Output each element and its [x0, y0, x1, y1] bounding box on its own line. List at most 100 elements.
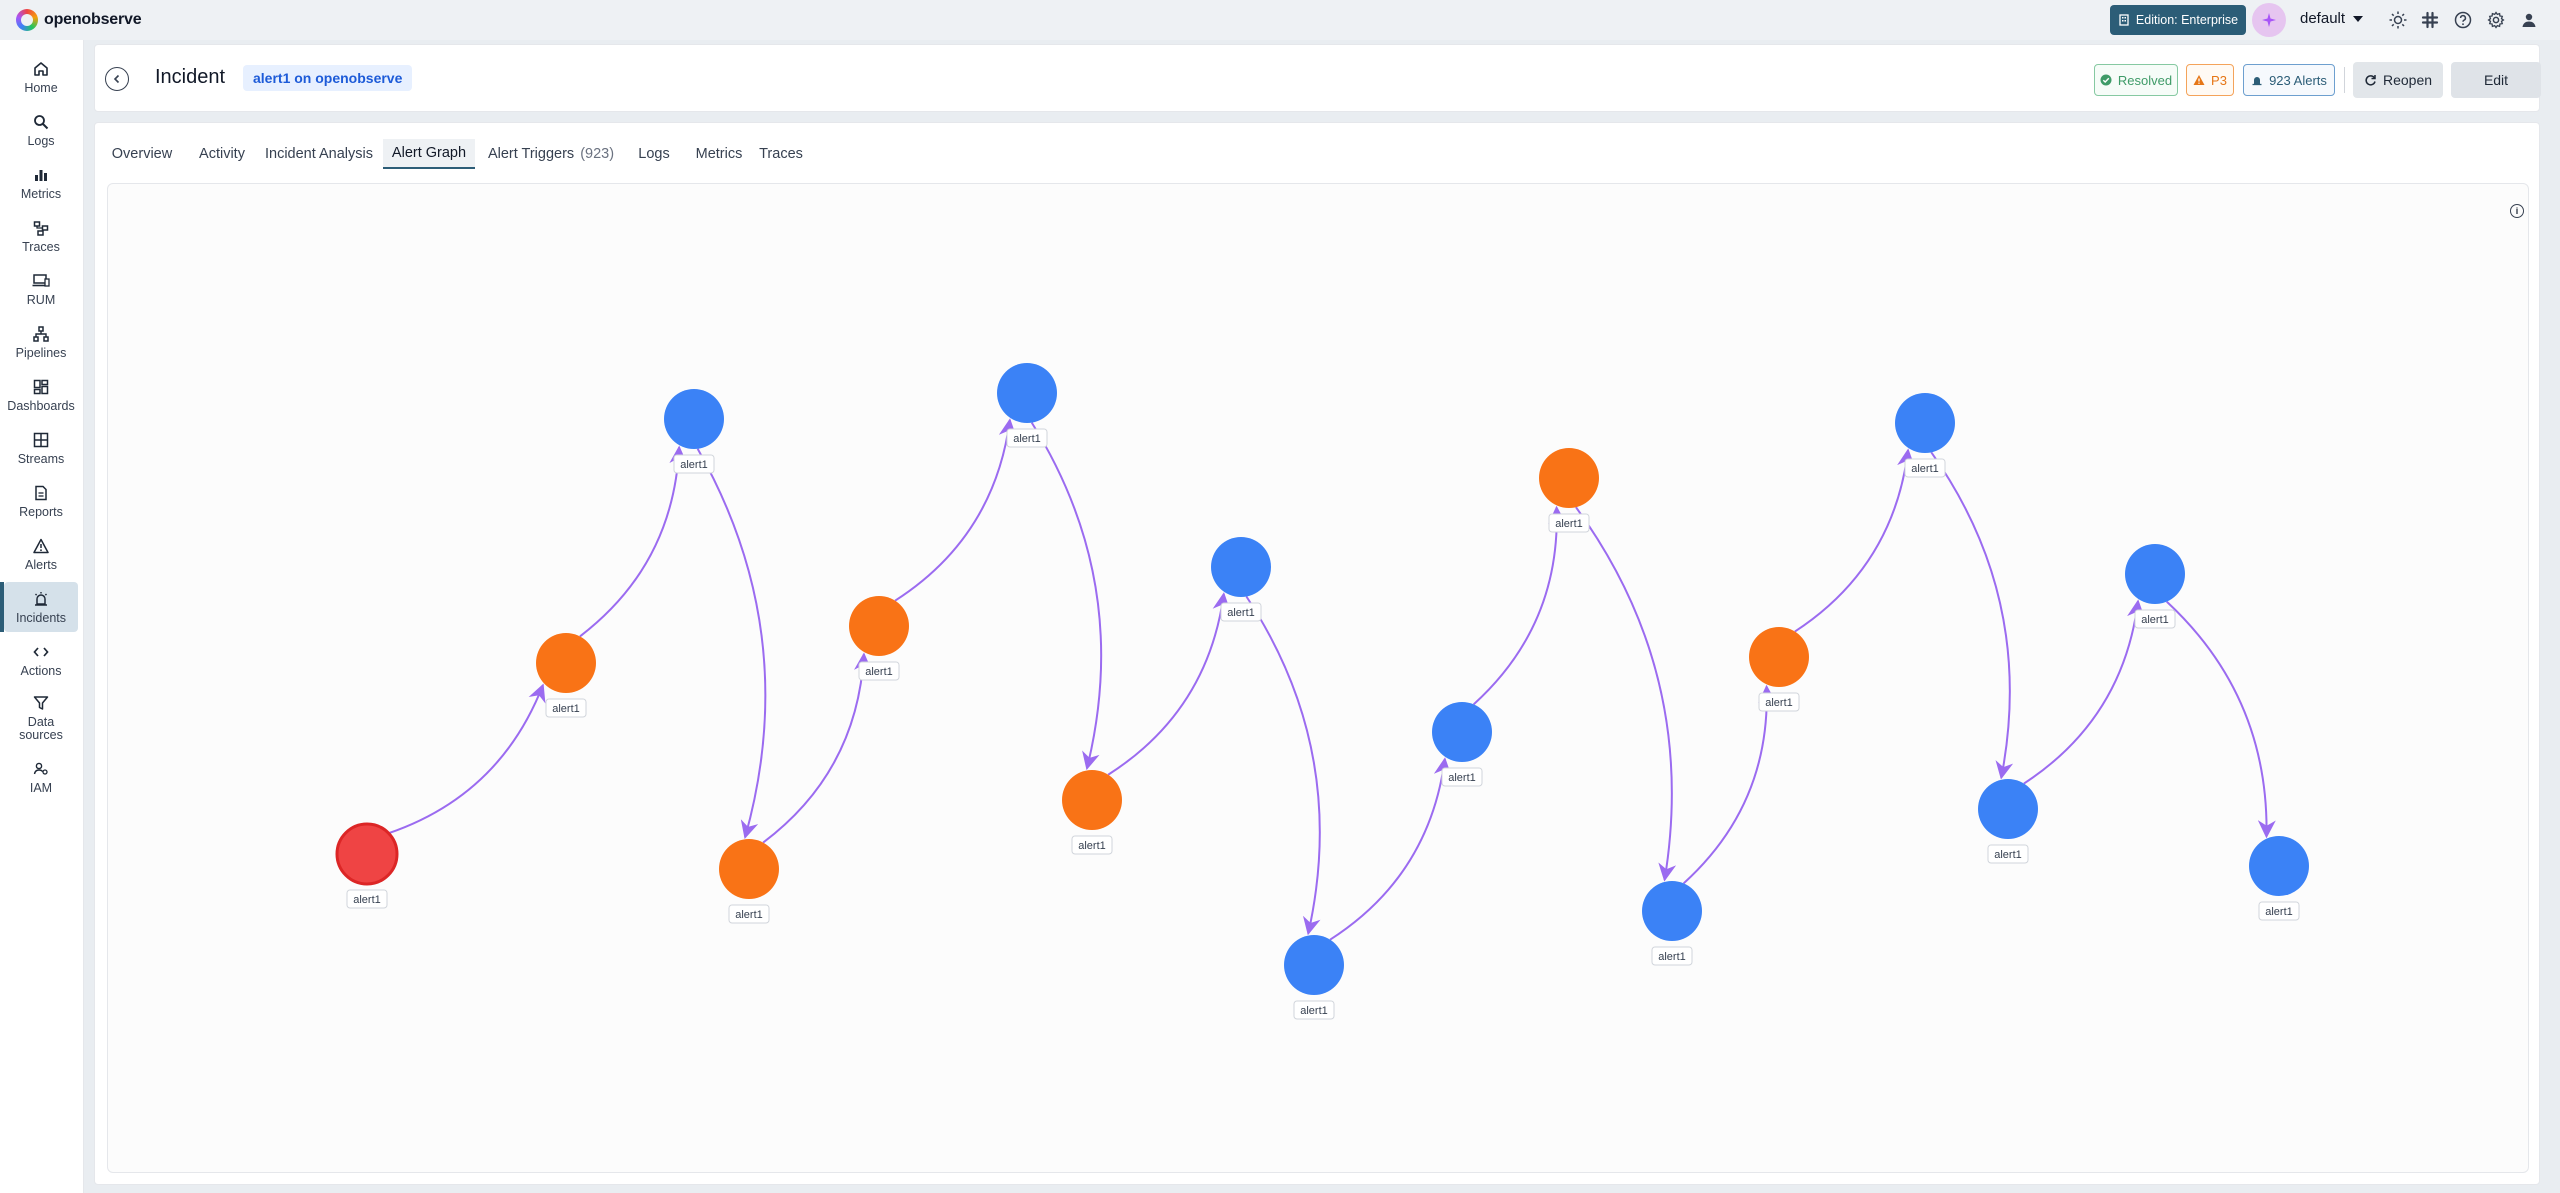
tab-overview[interactable]: Overview [109, 139, 175, 169]
graph-node-circle[interactable] [719, 839, 779, 899]
graph-node-circle[interactable] [1432, 702, 1492, 762]
graph-node-circle[interactable] [536, 633, 596, 693]
graph-node[interactable]: alert1 [1539, 448, 1599, 533]
sidebar-item-incidents[interactable]: Incidents [0, 582, 78, 632]
sidebar-item-traces[interactable]: Traces [4, 211, 78, 261]
tab-incident-analysis[interactable]: Incident Analysis [263, 139, 375, 169]
graph-node-circle[interactable] [1211, 537, 1271, 597]
filter-icon [32, 694, 50, 712]
sidebar-item-label: Data sources [19, 715, 63, 742]
tab-activity[interactable]: Activity [195, 139, 249, 169]
graph-edge [2023, 599, 2145, 785]
graph-node[interactable]: alert1 [1211, 537, 1271, 622]
edition-badge[interactable]: Edition: Enterprise [2110, 5, 2246, 35]
graph-node[interactable]: alert1 [335, 822, 399, 909]
tab-label: Alert Graph [391, 145, 467, 161]
graph-node[interactable]: alert1 [2249, 836, 2309, 921]
graph-node-circle[interactable] [1062, 770, 1122, 830]
sidebar-item-alerts[interactable]: Alerts [4, 529, 78, 579]
org-selector[interactable]: default [2300, 10, 2364, 27]
tab-traces[interactable]: Traces [751, 139, 811, 169]
graph-node-label: alert1 [1555, 518, 1583, 530]
sidebar-item-label: Actions [20, 663, 62, 678]
graph-node-circle[interactable] [1895, 393, 1955, 453]
graph-node[interactable]: alert1 [1642, 881, 1702, 966]
priority-badge: P3 [2186, 64, 2234, 96]
tab-alert-triggers[interactable]: Alert Triggers (923) [483, 139, 619, 169]
sidebar-item-rum[interactable]: RUM [4, 264, 78, 314]
sidebar-item-data-sources[interactable]: Data sources [4, 688, 78, 748]
graph-node[interactable]: alert1 [1749, 627, 1809, 712]
sidebar-item-home[interactable]: Home [4, 52, 78, 102]
graph-node[interactable]: alert1 [536, 633, 596, 718]
priority-text: P3 [2211, 72, 2227, 88]
sidebar-item-iam[interactable]: IAM [4, 752, 78, 802]
sidebar-item-reports[interactable]: Reports [4, 476, 78, 526]
alert-graph-canvas[interactable]: i alert1 alert1 alert1 alert1 alert1 alert1 al… [107, 183, 2529, 1173]
graph-node-circle[interactable] [335, 822, 399, 886]
graph-node-circle[interactable] [2249, 836, 2309, 896]
sidebar-item-label: RUM [26, 292, 56, 307]
graph-node[interactable]: alert1 [1978, 779, 2038, 864]
graph-node[interactable]: alert1 [1284, 935, 1344, 1020]
slack-button[interactable] [2419, 9, 2441, 31]
graph-node-circle[interactable] [2125, 544, 2185, 604]
edit-button[interactable]: Edit [2451, 62, 2541, 98]
help-button[interactable] [2452, 9, 2474, 31]
graph-node-circle[interactable] [849, 596, 909, 656]
graph-node-circle[interactable] [1642, 881, 1702, 941]
openobserve-logo-icon [16, 9, 38, 31]
graph-node[interactable]: alert1 [2125, 544, 2185, 629]
tab-logs[interactable]: Logs [631, 139, 677, 169]
bar-chart-icon [32, 166, 50, 184]
graph-node-circle[interactable] [997, 363, 1057, 423]
graph-node[interactable]: alert1 [1062, 770, 1122, 855]
ai-assistant-button[interactable] [2252, 3, 2286, 37]
graph-node-circle[interactable] [1539, 448, 1599, 508]
sidebar-item-dashboards[interactable]: Dashboards [4, 370, 78, 420]
graph-node-circle[interactable] [664, 389, 724, 449]
graph-node-circle[interactable] [1978, 779, 2038, 839]
sidebar-item-label: Dashboards [7, 398, 75, 413]
tab-metrics[interactable]: Metrics [687, 139, 751, 169]
tab-label: Alert Triggers [487, 146, 575, 162]
users-icon [32, 760, 50, 778]
sparkle-icon [2262, 13, 2276, 27]
sidebar-item-label: Metrics [20, 186, 62, 201]
settings-button[interactable] [2485, 9, 2507, 31]
graph-node-label: alert1 [1227, 607, 1255, 619]
user-menu-button[interactable] [2518, 9, 2540, 31]
graph-node-circle[interactable] [1749, 627, 1809, 687]
theme-toggle-button[interactable] [2387, 9, 2409, 31]
brand[interactable]: openobserve [16, 9, 142, 31]
warning-icon [2193, 75, 2205, 85]
graph-node[interactable]: alert1 [719, 839, 779, 924]
sidebar-item-logs[interactable]: Logs [4, 105, 78, 155]
tab-label: Overview [111, 146, 173, 162]
sidebar-item-label: Traces [22, 239, 60, 254]
graph-edge [1245, 595, 1321, 936]
graph-node[interactable]: alert1 [1432, 702, 1492, 787]
reopen-button[interactable]: Reopen [2353, 62, 2443, 98]
alerts-count-badge: 923 Alerts [2243, 64, 2335, 96]
grid-icon [32, 431, 50, 449]
sidebar-item-actions[interactable]: Actions [4, 635, 78, 685]
page-title: Incident [155, 66, 226, 88]
graph-node-circle[interactable] [1284, 935, 1344, 995]
tab-alert-graph[interactable]: Alert Graph [383, 139, 475, 169]
alert-graph[interactable]: alert1 alert1 alert1 alert1 alert1 alert1 aler… [108, 184, 2529, 1173]
graph-node[interactable]: alert1 [849, 596, 909, 681]
sidebar-item-pipelines[interactable]: Pipelines [4, 317, 78, 367]
graph-edge [1329, 757, 1452, 941]
graph-node[interactable]: alert1 [1895, 393, 1955, 478]
tab-label: Metrics [695, 146, 743, 162]
report-icon [32, 484, 50, 502]
sidebar-item-label: IAM [29, 780, 53, 795]
sidebar-item-metrics[interactable]: Metrics [4, 158, 78, 208]
back-button[interactable] [105, 67, 129, 91]
graph-node[interactable]: alert1 [664, 389, 724, 474]
top-bar: openobserve Edition: Enterprise default [0, 0, 2560, 40]
traces-icon [32, 219, 50, 237]
graph-node[interactable]: alert1 [997, 363, 1057, 448]
sidebar-item-streams[interactable]: Streams [4, 423, 78, 473]
